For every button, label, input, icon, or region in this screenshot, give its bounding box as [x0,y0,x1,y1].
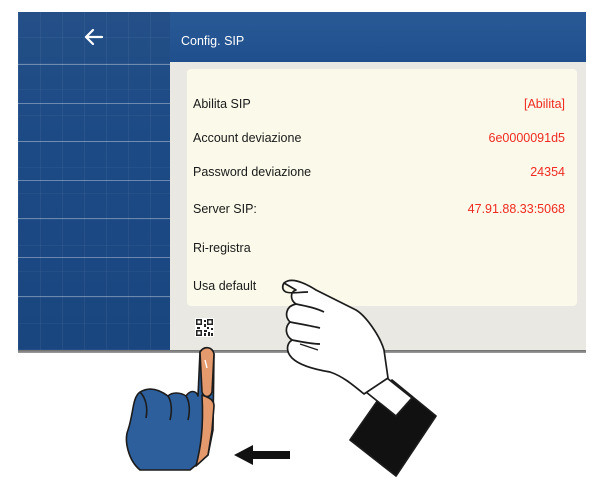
instruction-overlay [125,279,437,477]
swipe-hand-icon [281,279,437,477]
left-arrow-icon [234,445,290,465]
pointing-hand-icon [125,346,215,471]
